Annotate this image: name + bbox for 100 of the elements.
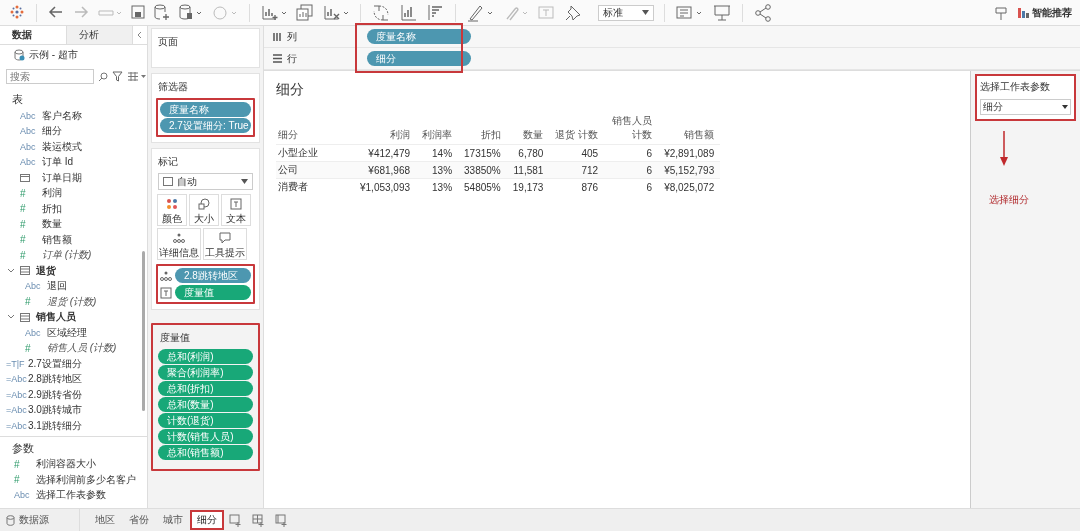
mark-property-button[interactable]: 详细信息 (157, 228, 201, 260)
field-item[interactable]: 区域经理 (47, 325, 87, 340)
field-item[interactable]: 装运模式 (42, 139, 82, 154)
folder-label[interactable]: 退货 (36, 263, 56, 278)
field-type-icon: # (25, 296, 31, 308)
sort-descending-icon[interactable] (425, 2, 445, 23)
mark-property-button[interactable]: 文本 (221, 194, 251, 226)
field-type-icon: =Abc (6, 405, 27, 416)
annotation-text: 选择细分 (989, 193, 1030, 207)
search-icon[interactable] (98, 71, 108, 82)
field-item[interactable]: 利润 (42, 186, 62, 201)
mark-type-icon (163, 177, 173, 186)
field-item[interactable]: 3.0跳转城市 (28, 403, 82, 418)
field-item[interactable]: 2.8跳转地区 (28, 372, 82, 387)
caret-icon[interactable] (6, 266, 16, 275)
caret-icon (1062, 105, 1068, 109)
sheet-tab[interactable]: 省份 (122, 510, 156, 530)
table-cell: 19,173 (506, 178, 550, 195)
text-box-icon (160, 286, 172, 299)
field-type-icon: Abc (20, 126, 36, 137)
table-icon (20, 312, 30, 322)
field-item[interactable]: 2.9跳转省份 (28, 387, 82, 402)
detail-dots-icon (173, 232, 185, 244)
table-cell: 消费者 (276, 178, 354, 195)
pane-tab[interactable]: 分析 (66, 26, 133, 44)
color-dots-icon (166, 198, 178, 210)
table-cell: 712 (549, 161, 605, 179)
caret-icon (642, 10, 649, 15)
column-header: 折扣 (458, 113, 507, 145)
parameter-item[interactable]: 选择利润前多少名客户 (36, 472, 136, 487)
table-cell: 13% (416, 161, 459, 179)
field-item[interactable]: 退回 (47, 279, 67, 294)
filter-icon[interactable] (112, 71, 123, 82)
mark-property-button[interactable]: 工具提示 (203, 228, 247, 260)
new-story-icon[interactable] (275, 513, 288, 527)
share-icon[interactable] (753, 2, 773, 23)
new-worksheet-icon[interactable] (229, 513, 242, 527)
sheet-tab[interactable]: 细分 (190, 510, 224, 530)
table-cell: 54805% (458, 178, 507, 195)
pin-icon[interactable] (993, 4, 1009, 21)
field-item[interactable]: 订单 (计数) (42, 248, 92, 263)
duplicate-icon[interactable] (295, 2, 315, 23)
table-cell: 13% (416, 178, 459, 195)
field-type-icon: Abc (20, 110, 36, 121)
field-item[interactable]: 数量 (42, 217, 62, 232)
datasource-name: 示例 - 超市 (29, 48, 78, 62)
detail-dots-icon (160, 269, 172, 282)
table-cell: 6 (604, 161, 659, 179)
swap-icon[interactable] (371, 2, 391, 23)
table-cell: ¥5,152,793 (658, 161, 721, 179)
folder-label[interactable]: 销售人员 (36, 310, 76, 325)
fit-dropdown[interactable]: 标准 (598, 4, 654, 21)
show-me-button[interactable]: 智能推荐 (1017, 5, 1072, 20)
field-type-icon: # (20, 249, 26, 261)
table-icon (20, 266, 30, 276)
parameter-item[interactable]: 选择工作表参数 (36, 488, 106, 503)
field-type-icon: Abc (25, 327, 41, 338)
field-item[interactable]: 退货 (计数) (47, 294, 97, 309)
mark-property-button[interactable]: 颜色 (157, 194, 187, 226)
column-header: 退货 计数 (549, 113, 605, 145)
new-dashboard-icon[interactable] (252, 513, 265, 527)
parameter-item[interactable]: 利润容器大小 (36, 457, 96, 472)
field-type-icon: # (20, 187, 26, 199)
field-item[interactable]: 客户名称 (42, 108, 82, 123)
search-field[interactable]: 搜索 (6, 69, 94, 84)
datasource-tab[interactable]: 数据源 (0, 509, 80, 531)
sort-ascending-icon[interactable] (398, 2, 418, 23)
datasource-icon (14, 49, 25, 61)
worksheet-title: 细分 (276, 81, 305, 99)
column-header: 数量 (506, 113, 550, 145)
field-item[interactable]: 2.7设置细分 (28, 356, 82, 371)
field-type-icon: =Abc (6, 420, 27, 431)
add-datasource-icon[interactable] (153, 2, 171, 23)
field-item[interactable]: 订单日期 (42, 170, 82, 185)
sheet-tab[interactable]: 城市 (156, 510, 190, 530)
field-item[interactable]: 订单 Id (42, 155, 74, 170)
field-item[interactable]: 销售额 (42, 232, 72, 247)
field-type-icon: =Abc (6, 374, 27, 385)
field-item[interactable]: 细分 (42, 124, 62, 139)
field-type-icon: =T|F (6, 358, 25, 369)
field-item[interactable]: 销售人员 (计数) (47, 341, 117, 356)
parameter-dropdown[interactable]: 细分 (980, 99, 1071, 115)
mark-type-dropdown[interactable]: 自动 (158, 173, 253, 190)
field-item[interactable]: 3.1跳转细分 (28, 418, 82, 433)
table-cell: ¥681,968 (354, 161, 417, 179)
table-cell: ¥1,053,093 (354, 178, 417, 195)
field-type-icon: # (14, 474, 20, 486)
speech-bubble-icon (219, 232, 231, 244)
field-type-icon: Abc (20, 157, 36, 168)
mark-property-button[interactable]: 大小 (189, 194, 219, 226)
sheet-tab[interactable]: 地区 (88, 510, 122, 530)
present-mode-icon[interactable] (712, 2, 732, 23)
datasource-icon[interactable] (178, 2, 204, 23)
view-options-icon[interactable] (127, 71, 147, 82)
column-header: 细分 (276, 113, 354, 145)
field-type-icon: # (20, 203, 26, 215)
section-heading: 参数 (0, 435, 147, 457)
field-type-icon: # (20, 218, 26, 230)
field-item[interactable]: 折扣 (42, 201, 62, 216)
caret-icon (241, 179, 248, 184)
